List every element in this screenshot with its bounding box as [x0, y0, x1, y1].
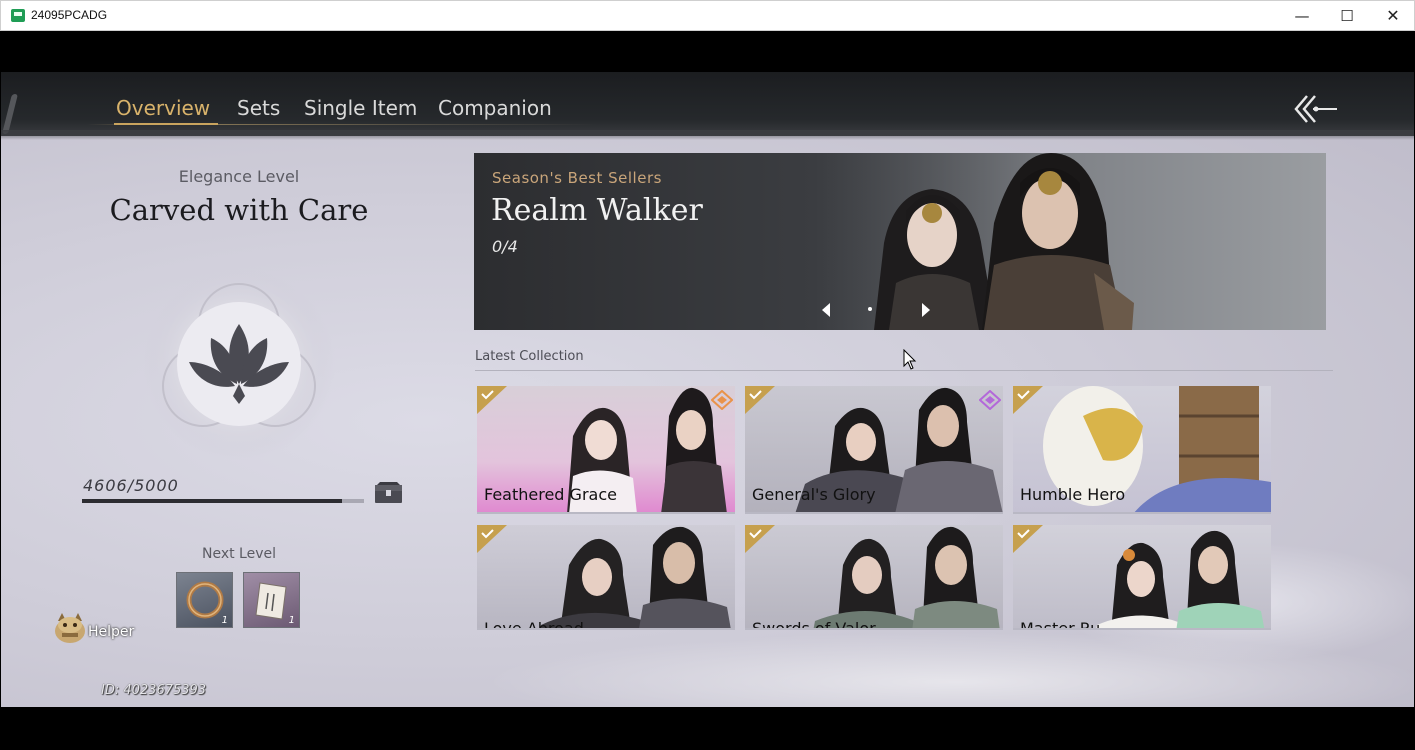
elegance-progress-fill — [82, 499, 342, 503]
brush-stroke-decoration — [2, 94, 18, 134]
lotus-icon — [143, 268, 335, 460]
card-name: Swords of Valor — [752, 619, 876, 630]
collection-card[interactable]: Master Ru — [1013, 525, 1271, 630]
reward-count: 1 — [288, 615, 295, 626]
reward-count: 1 — [221, 615, 228, 626]
back-arrow-icon[interactable] — [1291, 92, 1339, 126]
reward-slot[interactable]: 1 — [176, 572, 233, 628]
card-characters-art — [1096, 530, 1265, 628]
collection-card[interactable]: Love Abroad — [477, 525, 735, 630]
card-characters-art — [540, 526, 731, 628]
letterbox-top — [1, 31, 1414, 72]
collection-card[interactable]: General's Glory — [745, 386, 1003, 514]
tab-sets[interactable]: Sets — [237, 96, 280, 120]
elegance-level-name: Carved with Care — [109, 193, 369, 227]
maximize-button[interactable]: ☐ — [1324, 1, 1370, 31]
banner-subtitle: Season's Best Sellers — [492, 169, 662, 187]
featured-banner[interactable]: Season's Best Sellers Realm Walker 0/4 — [474, 153, 1326, 330]
owned-check-icon — [477, 525, 507, 553]
latest-collection-label: Latest Collection — [475, 349, 584, 364]
owned-check-icon — [1013, 386, 1043, 414]
owned-check-icon — [477, 386, 507, 414]
letterbox-bottom — [1, 707, 1414, 750]
game-viewport: Overview Sets Single Item Companion Eleg… — [1, 72, 1414, 707]
card-characters-art — [813, 526, 1000, 628]
owned-check-icon — [745, 386, 775, 414]
app-icon — [11, 9, 25, 22]
window-titlebar: 24095PCADG — ☐ ✕ — [0, 0, 1415, 31]
card-name: Love Abroad — [484, 619, 584, 630]
owned-check-icon — [745, 525, 775, 553]
elegance-progress-bar — [82, 499, 364, 503]
elegance-progress-text: 4606/5000 — [83, 476, 179, 495]
close-button[interactable]: ✕ — [1370, 1, 1415, 31]
collection-card[interactable]: Humble Hero — [1013, 386, 1271, 514]
banner-title: Realm Walker — [491, 193, 703, 228]
top-nav-bar: Overview Sets Single Item Companion — [1, 72, 1414, 140]
tab-single-item[interactable]: Single Item — [304, 96, 417, 120]
helper-mascot-icon[interactable] — [52, 609, 88, 645]
chest-icon[interactable] — [374, 482, 403, 504]
reward-slot[interactable]: 1 — [243, 572, 300, 628]
orange-diamond-icon — [711, 390, 733, 410]
tab-overview[interactable]: Overview — [116, 96, 210, 120]
card-name: Humble Hero — [1020, 485, 1126, 504]
collection-card[interactable]: Feathered Grace — [477, 386, 735, 514]
owned-check-icon — [1013, 525, 1043, 553]
purple-diamond-icon — [979, 390, 1001, 410]
player-id: ID: 4023675393 — [101, 683, 207, 698]
helper-label[interactable]: Helper — [88, 624, 134, 640]
mouse-cursor-icon — [903, 349, 917, 370]
card-name: Feathered Grace — [484, 485, 617, 504]
card-name: General's Glory — [752, 485, 876, 504]
banner-characters-art — [814, 153, 1326, 330]
collection-card[interactable]: Swords of Valor — [745, 525, 1003, 630]
tab-companion[interactable]: Companion — [438, 96, 552, 120]
banner-count: 0/4 — [492, 237, 518, 256]
window-title: 24095PCADG — [31, 8, 108, 22]
elegance-level-label: Elegance Level — [178, 167, 300, 186]
minimize-button[interactable]: — — [1279, 1, 1325, 31]
card-name: Master Ru — [1020, 619, 1101, 630]
next-level-label: Next Level — [201, 546, 277, 562]
tab-active-indicator — [114, 123, 218, 125]
